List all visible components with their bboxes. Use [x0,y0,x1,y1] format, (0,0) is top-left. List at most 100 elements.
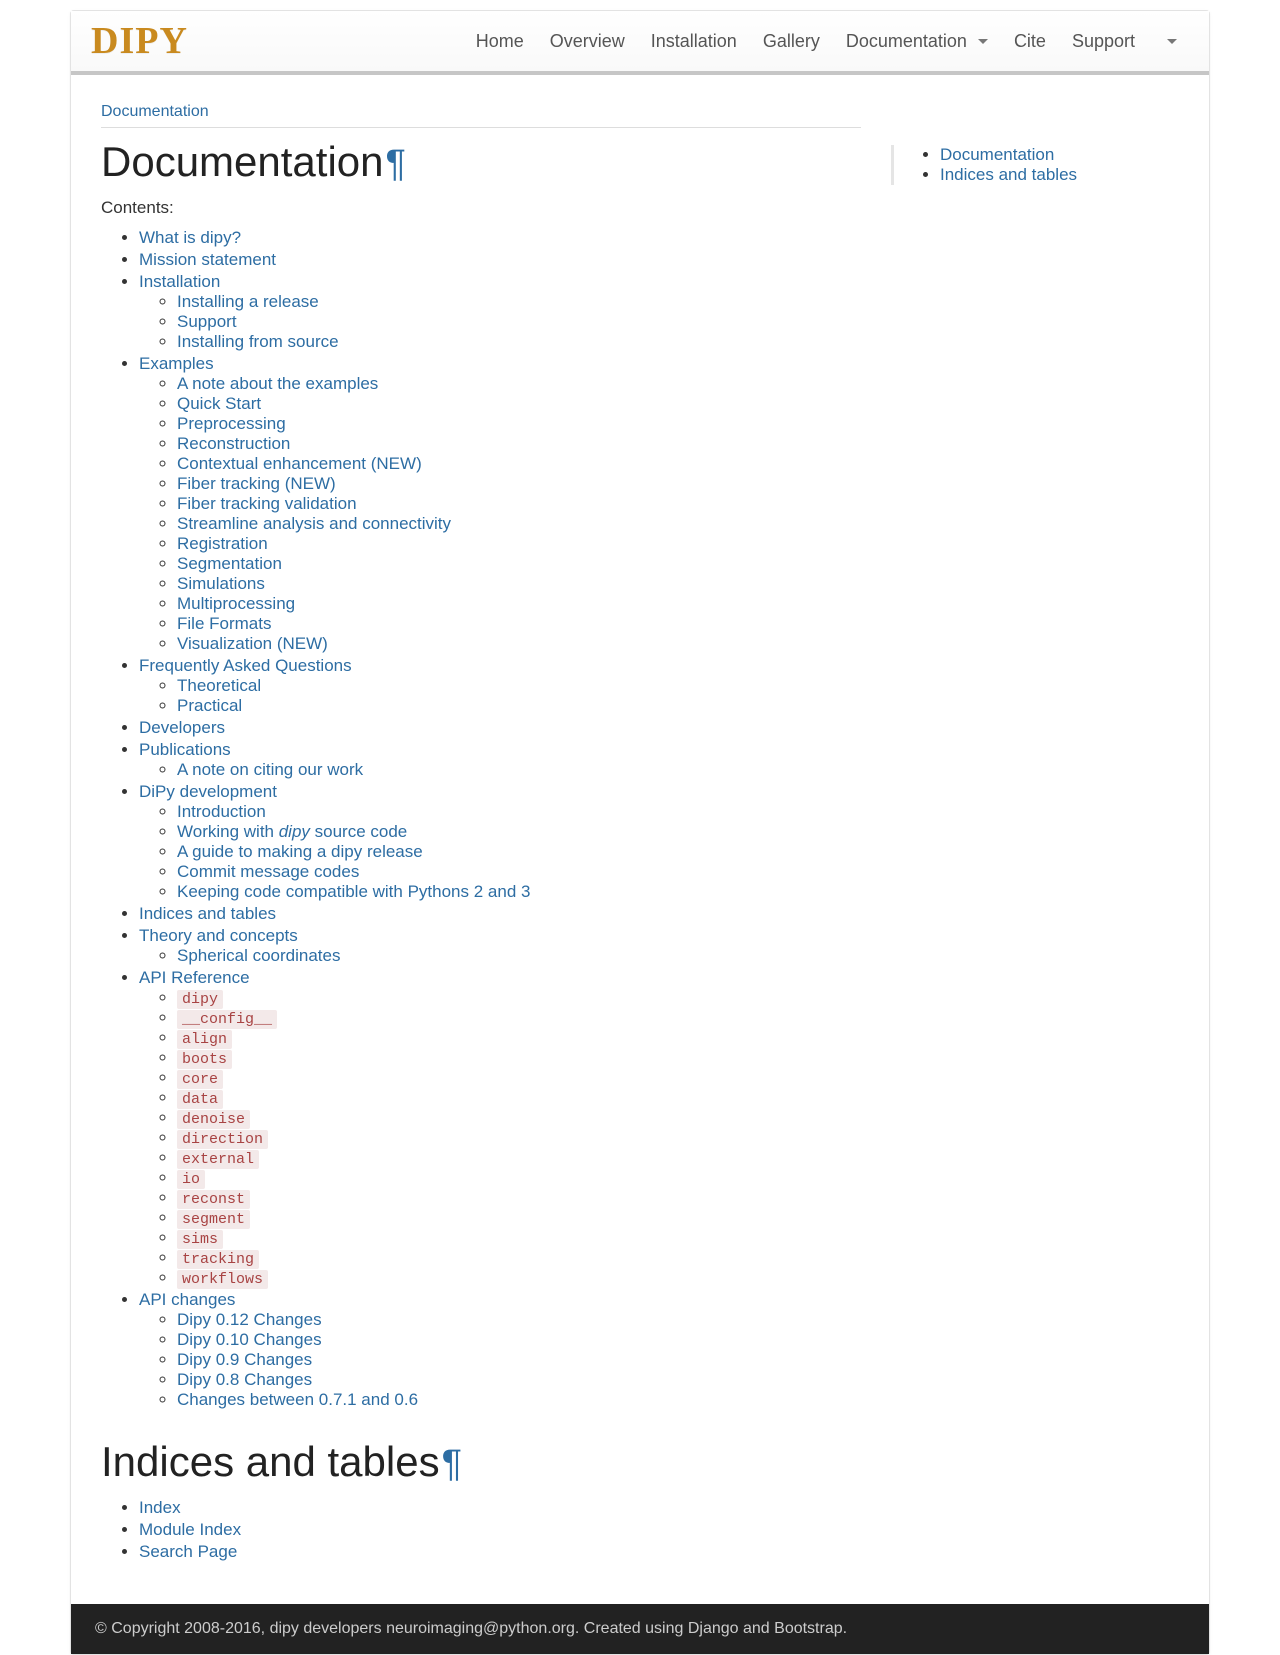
toc-dipy-dev[interactable]: DiPy development [139,782,277,801]
toc-publications[interactable]: Publications [139,740,231,759]
code-io: io [177,1170,205,1189]
toc-mod-data[interactable]: data [177,1088,223,1107]
nav-home[interactable]: Home [464,21,536,62]
toc-install-release[interactable]: Installing a release [177,292,319,311]
toc-api-ref[interactable]: API Reference [139,968,250,987]
toc-mod-workflows[interactable]: workflows [177,1268,268,1287]
toc-api-changes[interactable]: API changes [139,1290,235,1309]
toc-installation[interactable]: Installation [139,272,220,291]
toc-ex-preprocessing[interactable]: Preprocessing [177,414,286,433]
side-nav: Documentation Indices and tables [891,145,1141,185]
toc-ex-multiprocessing[interactable]: Multiprocessing [177,594,295,613]
toc-pub-citing[interactable]: A note on citing our work [177,760,363,779]
toc-ex-simulations[interactable]: Simulations [177,574,265,593]
toc-install-source[interactable]: Installing from source [177,332,339,351]
nav-installation[interactable]: Installation [639,21,749,62]
toc-examples[interactable]: Examples [139,354,214,373]
indices-search[interactable]: Search Page [139,1542,237,1561]
toc-theory[interactable]: Theory and concepts [139,926,298,945]
toc-mod-config[interactable]: __config__ [177,1008,277,1027]
footer-period: . [843,1620,847,1637]
toc-mod-external[interactable]: external [177,1148,259,1167]
footer-django[interactable]: Django [688,1620,739,1637]
code-align: align [177,1030,232,1049]
toc-developers[interactable]: Developers [139,718,225,737]
code-segment: segment [177,1210,250,1229]
nav-documentation[interactable]: Documentation [834,21,1000,62]
nav-cite[interactable]: Cite [1002,21,1058,62]
toc-faq-practical[interactable]: Practical [177,696,242,715]
code-external: external [177,1150,259,1169]
toc-ex-registration[interactable]: Registration [177,534,268,553]
toc-ex-fiber-tracking[interactable]: Fiber tracking (NEW) [177,474,336,493]
nav-extra-dropdown[interactable] [1149,21,1189,61]
toc-mod-direction[interactable]: direction [177,1128,268,1147]
toc-mod-denoise[interactable]: denoise [177,1108,250,1127]
toc-mission[interactable]: Mission statement [139,250,276,269]
footer-email[interactable]: neuroimaging@python.org [386,1620,575,1637]
toc-mod-io[interactable]: io [177,1168,205,1187]
page-title-indices: Indices and tables¶ [101,1438,861,1486]
toc-changes-012[interactable]: Dipy 0.12 Changes [177,1310,322,1329]
toc-mod-sims[interactable]: sims [177,1228,223,1247]
code-dipy: dipy [177,990,223,1009]
toc-ex-visualization[interactable]: Visualization (NEW) [177,634,328,653]
code-tracking: tracking [177,1250,259,1269]
headerlink-icon[interactable]: ¶ [384,143,406,185]
toc-changes-09[interactable]: Dipy 0.9 Changes [177,1350,312,1369]
toc-changes-010[interactable]: Dipy 0.10 Changes [177,1330,322,1349]
footer-bootstrap[interactable]: Bootstrap [774,1620,842,1637]
toc-changes-08[interactable]: Dipy 0.8 Changes [177,1370,312,1389]
side-indices[interactable]: Indices and tables [940,165,1077,184]
code-core: core [177,1070,223,1089]
toc-ex-contextual[interactable]: Contextual enhancement (NEW) [177,454,422,473]
toc-dev-intro[interactable]: Introduction [177,802,266,821]
toc-ex-quickstart[interactable]: Quick Start [177,394,261,413]
code-direction: direction [177,1130,268,1149]
toc-dev-working[interactable]: Working with dipy source code [177,822,407,841]
toc-ex-segmentation[interactable]: Segmentation [177,554,282,573]
toc-dev-commit[interactable]: Commit message codes [177,862,359,881]
toc-dev-working-em: dipy [279,822,310,841]
indices-module-index[interactable]: Module Index [139,1520,241,1539]
toc-mod-boots[interactable]: boots [177,1048,232,1067]
toc-indices[interactable]: Indices and tables [139,904,276,923]
nav-documentation-label: Documentation [846,31,967,51]
footer-created-prefix: . Created using [575,1620,688,1637]
toc-ex-note[interactable]: A note about the examples [177,374,378,393]
toc-faq[interactable]: Frequently Asked Questions [139,656,352,675]
toc-mod-tracking[interactable]: tracking [177,1248,259,1267]
breadcrumb-documentation[interactable]: Documentation [101,103,209,120]
nav-gallery[interactable]: Gallery [751,21,832,62]
toc-faq-theoretical[interactable]: Theoretical [177,676,261,695]
brand-logo[interactable]: DIPY [91,19,188,63]
toc-ex-fiber-validation[interactable]: Fiber tracking validation [177,494,357,513]
toc-ex-reconstruction[interactable]: Reconstruction [177,434,290,453]
toc-dev-release[interactable]: A guide to making a dipy release [177,842,423,861]
nav-overview[interactable]: Overview [538,21,637,62]
toc-mod-dipy[interactable]: dipy [177,988,223,1007]
toc-dev-py23[interactable]: Keeping code compatible with Pythons 2 a… [177,882,530,901]
toc-mod-reconst[interactable]: reconst [177,1188,250,1207]
page-title-documentation: Documentation¶ [101,138,861,186]
toc-mod-core[interactable]: core [177,1068,223,1087]
headerlink-icon[interactable]: ¶ [440,1443,462,1485]
toc-ex-streamline[interactable]: Streamline analysis and connectivity [177,514,451,533]
caret-down-icon [1167,39,1177,44]
indices-list: Index Module Index Search Page [101,1498,861,1562]
heading-text: Documentation [101,138,384,185]
side-documentation[interactable]: Documentation [940,145,1054,164]
code-config: __config__ [177,1010,277,1029]
toc-install-support[interactable]: Support [177,312,237,331]
toc-mod-segment[interactable]: segment [177,1208,250,1227]
toc-theory-spherical[interactable]: Spherical coordinates [177,946,340,965]
caret-down-icon [978,39,988,44]
nav-support[interactable]: Support [1060,21,1147,62]
toc-changes-07-06[interactable]: Changes between 0.7.1 and 0.6 [177,1390,418,1409]
toc-ex-file-formats[interactable]: File Formats [177,614,271,633]
toc-what-is-dipy[interactable]: What is dipy? [139,228,241,247]
code-denoise: denoise [177,1110,250,1129]
indices-index[interactable]: Index [139,1498,181,1517]
nav-links: Home Overview Installation Gallery Docum… [464,21,1189,62]
toc-mod-align[interactable]: align [177,1028,232,1047]
